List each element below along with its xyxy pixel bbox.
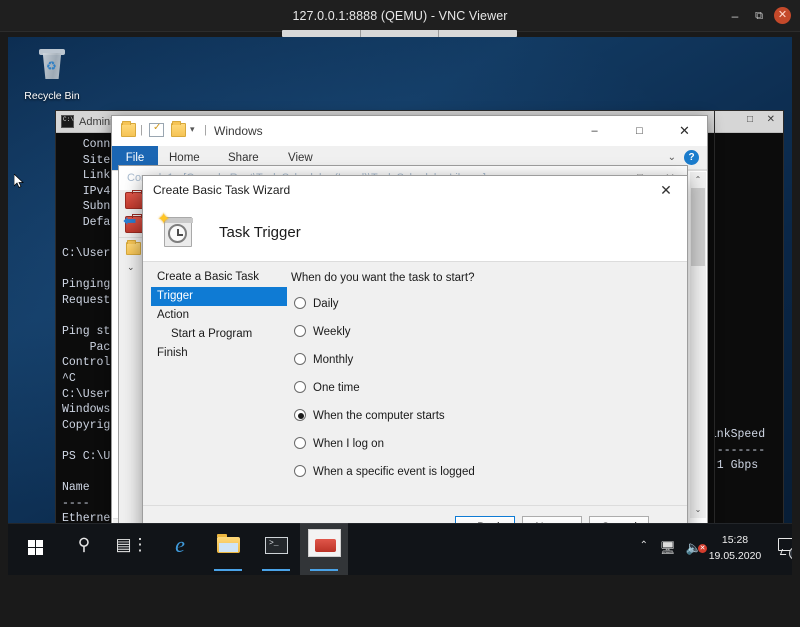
network-icon[interactable]: 🖥 (659, 540, 676, 556)
active-indicator (214, 569, 242, 571)
clock[interactable]: 15:28 19.05.2020 (706, 532, 764, 564)
wizard-step-create-a-basic-task[interactable]: Create a Basic Task (151, 268, 287, 287)
vnc-close-button[interactable]: ✕ (774, 7, 792, 25)
mmc-icon (308, 529, 341, 557)
scroll-down-icon[interactable]: ⌄ (690, 502, 706, 518)
secondary-console-close-button[interactable]: ✕ (767, 114, 775, 125)
wizard-step-list: Create a Basic Task Trigger Action Start… (151, 268, 287, 499)
explorer-titlebar: | ▾ | Windows – □ ✕ (112, 116, 707, 146)
radio-icon (294, 353, 306, 365)
titlebar-separator: | (204, 124, 207, 136)
task-trigger-clock-icon: ✦ (156, 211, 196, 251)
mouse-cursor-icon (14, 174, 24, 188)
vnc-toolbar-grabber[interactable] (282, 30, 517, 37)
console-root-folder-icon[interactable] (126, 242, 141, 255)
wizard-step-trigger[interactable]: Trigger (151, 287, 287, 306)
show-hidden-icons-chevron-icon[interactable]: ⌃ (640, 540, 648, 551)
scroll-up-icon[interactable]: ⌃ (690, 172, 706, 188)
wizard-options-pane: When do you want the task to start? Dail… (291, 268, 679, 499)
desktop-icon-recycle-bin[interactable]: ♻ Recycle Bin (14, 45, 90, 113)
clock-date: 19.05.2020 (706, 548, 764, 564)
radio-icon (294, 437, 306, 449)
radio-option-when-i-log-on[interactable]: When I log on (291, 434, 679, 453)
volume-icon[interactable]: 🔈 ✕ (686, 540, 702, 556)
task-view-button[interactable]: ▤⋮ (108, 523, 156, 575)
wizard-step-finish[interactable]: Finish (151, 344, 287, 363)
radio-label-daily: Daily (313, 298, 339, 310)
remote-desktop: ♻ Recycle Bin Administrator: Command Pro… (8, 37, 792, 575)
active-indicator (262, 569, 290, 571)
chevron-down-icon[interactable]: ▾ (190, 124, 195, 135)
radio-icon (294, 325, 306, 337)
explorer-close-button[interactable]: ✕ (662, 116, 707, 146)
new-folder-icon[interactable] (171, 123, 186, 137)
task-view-icon: ▤⋮ (108, 523, 156, 567)
wizard-body: Create a Basic Task Trigger Action Start… (143, 262, 687, 505)
console-icon (61, 115, 74, 128)
start-button[interactable] (12, 523, 60, 575)
folder-icon (217, 537, 240, 553)
vnc-window-title: 127.0.0.1:8888 (QEMU) - VNC Viewer (0, 0, 800, 32)
wizard-heading: Task Trigger (219, 204, 301, 262)
radio-label-when-i-log-on: When I log on (313, 438, 384, 450)
command-prompt-taskbar-button[interactable] (252, 523, 300, 575)
radio-option-monthly[interactable]: Monthly (291, 350, 679, 369)
notification-count-badge: 2 (789, 547, 792, 560)
vnc-restore-button[interactable]: ⧉ (750, 7, 768, 25)
radio-label-weekly: Weekly (313, 326, 351, 338)
create-basic-task-wizard-dialog[interactable]: Create Basic Task Wizard ✕ ✦ Task Trigge… (142, 175, 688, 550)
windows-taskbar: ⚲ ▤⋮ e ⌃ 🖥 🔈 (8, 523, 792, 575)
vscroll-thumb[interactable] (691, 188, 705, 266)
radio-icon (294, 381, 306, 393)
explorer-vertical-scrollbar[interactable]: ⌃ ⌄ (690, 172, 706, 518)
clock-time: 15:28 (706, 532, 764, 548)
help-icon[interactable]: ? (684, 150, 699, 165)
internet-explorer-icon: e (156, 523, 204, 567)
radio-label-monthly: Monthly (313, 354, 353, 366)
recycle-bin-label: Recycle Bin (24, 90, 79, 102)
explorer-window-title: Windows (214, 116, 263, 146)
search-button[interactable]: ⚲ (60, 523, 108, 575)
radio-label-when-the-computer-starts: When the computer starts (313, 410, 445, 422)
wizard-header: ✦ Task Trigger (143, 204, 687, 262)
wizard-question-label: When do you want the task to start? (291, 272, 679, 284)
file-explorer-taskbar-button[interactable] (204, 523, 252, 575)
radio-label-one-time: One time (313, 382, 360, 394)
radio-option-when-the-computer-starts[interactable]: When the computer starts (291, 406, 679, 425)
search-icon: ⚲ (60, 523, 108, 567)
radio-icon (294, 297, 306, 309)
windows-logo-icon (28, 540, 43, 555)
vnc-titlebar: 127.0.0.1:8888 (QEMU) - VNC Viewer – ⧉ ✕ (0, 0, 800, 32)
radio-option-one-time[interactable]: One time (291, 378, 679, 397)
secondary-console-maximize-button[interactable]: □ (747, 114, 753, 125)
wizard-titlebar: Create Basic Task Wizard ✕ (143, 176, 687, 204)
radio-option-weekly[interactable]: Weekly (291, 322, 679, 341)
wizard-step-action[interactable]: Action (151, 306, 287, 325)
mmc-taskbar-button[interactable] (300, 523, 348, 575)
radio-icon-selected (294, 409, 306, 421)
wizard-title: Create Basic Task Wizard (153, 176, 290, 204)
tree-chevron-icon[interactable]: ⌄ (127, 262, 135, 273)
radio-label-when-a-specific-event-is-logged: When a specific event is logged (313, 466, 475, 478)
action-center-button[interactable]: 2 (778, 538, 792, 558)
vnc-minimize-button[interactable]: – (726, 7, 744, 25)
close-icon: ✕ (774, 7, 791, 24)
explorer-maximize-button[interactable]: □ (617, 116, 662, 146)
folder-icon (121, 123, 136, 137)
vnc-viewer-window: 127.0.0.1:8888 (QEMU) - VNC Viewer – ⧉ ✕… (0, 0, 800, 627)
radio-option-when-a-specific-event-is-logged[interactable]: When a specific event is logged (291, 462, 679, 481)
quick-access-separator: | (140, 124, 143, 136)
active-indicator (310, 569, 338, 571)
properties-icon[interactable] (149, 123, 164, 137)
radio-icon (294, 465, 306, 477)
wizard-close-button[interactable]: ✕ (645, 176, 687, 204)
internet-explorer-button[interactable]: e (156, 523, 204, 575)
recycle-bin-icon: ♻ (35, 48, 69, 82)
command-prompt-icon (265, 537, 288, 554)
radio-option-daily[interactable]: Daily (291, 294, 679, 313)
wizard-step-start-a-program[interactable]: Start a Program (151, 325, 287, 344)
explorer-minimize-button[interactable]: – (572, 116, 617, 146)
